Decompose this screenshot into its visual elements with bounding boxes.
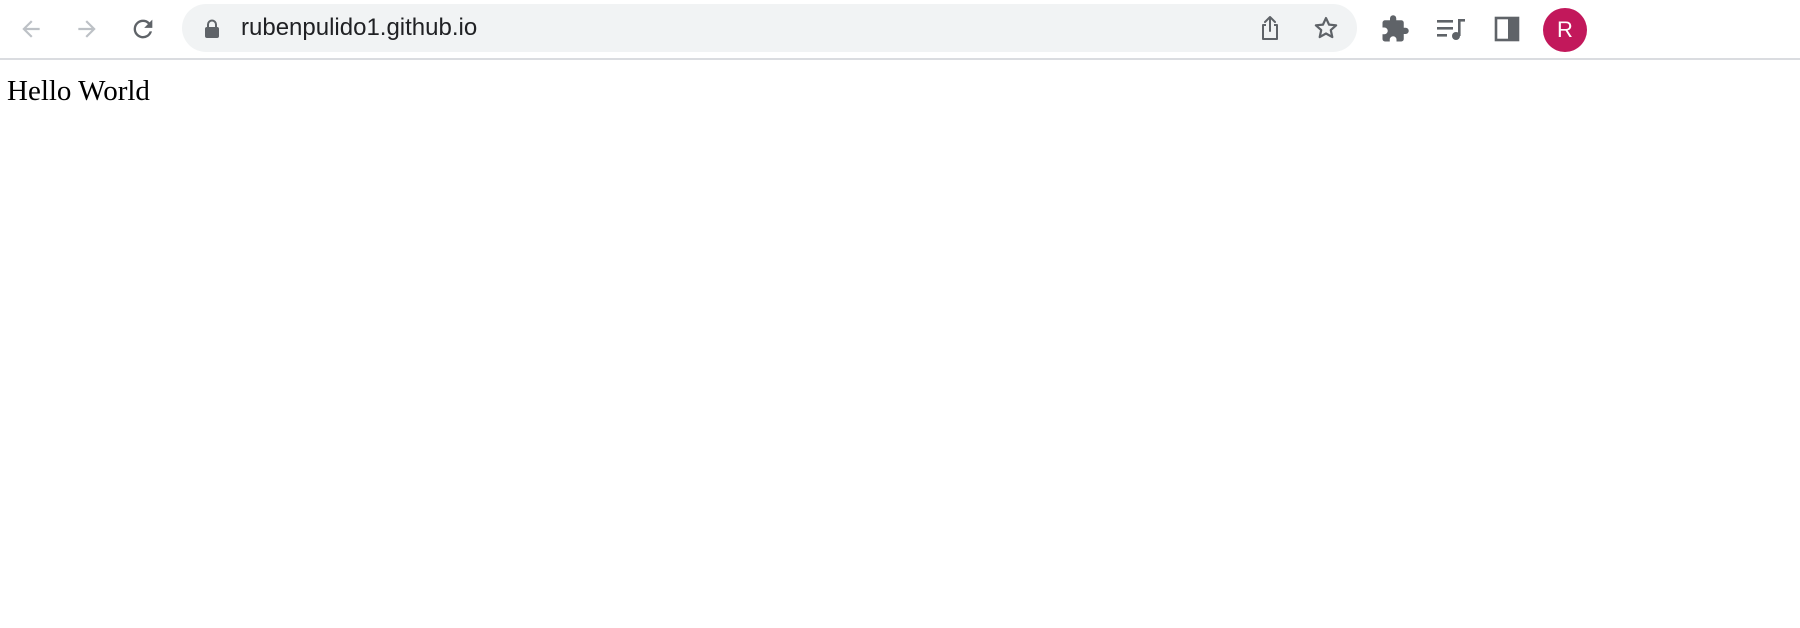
browser-toolbar: rubenpulido1.github.io R: [0, 0, 1800, 60]
media-controls-button[interactable]: [1431, 9, 1471, 49]
share-button[interactable]: [1252, 10, 1288, 46]
share-icon: [1262, 16, 1278, 40]
reload-icon: [133, 19, 153, 39]
profile-initial: R: [1557, 17, 1573, 42]
forward-arrow-icon: [78, 20, 96, 38]
reload-button[interactable]: [124, 10, 162, 48]
back-arrow-icon: [22, 20, 40, 38]
back-button[interactable]: [12, 10, 50, 48]
extensions-button[interactable]: [1375, 9, 1415, 49]
bookmark-button[interactable]: [1308, 10, 1344, 46]
profile-avatar[interactable]: R: [1543, 8, 1587, 52]
page-content: Hello World: [0, 60, 1800, 628]
side-panel-button[interactable]: [1487, 9, 1527, 49]
address-bar-url[interactable]: rubenpulido1.github.io: [241, 15, 477, 41]
puzzle-piece-icon: [1382, 15, 1409, 42]
address-bar[interactable]: rubenpulido1.github.io: [182, 4, 1357, 52]
star-icon: [1314, 16, 1338, 39]
side-panel-icon: [1494, 16, 1520, 42]
forward-button[interactable]: [68, 10, 106, 48]
page-body-text: Hello World: [7, 75, 150, 107]
lock-icon[interactable]: [203, 18, 221, 40]
media-queue-icon: [1437, 19, 1465, 40]
